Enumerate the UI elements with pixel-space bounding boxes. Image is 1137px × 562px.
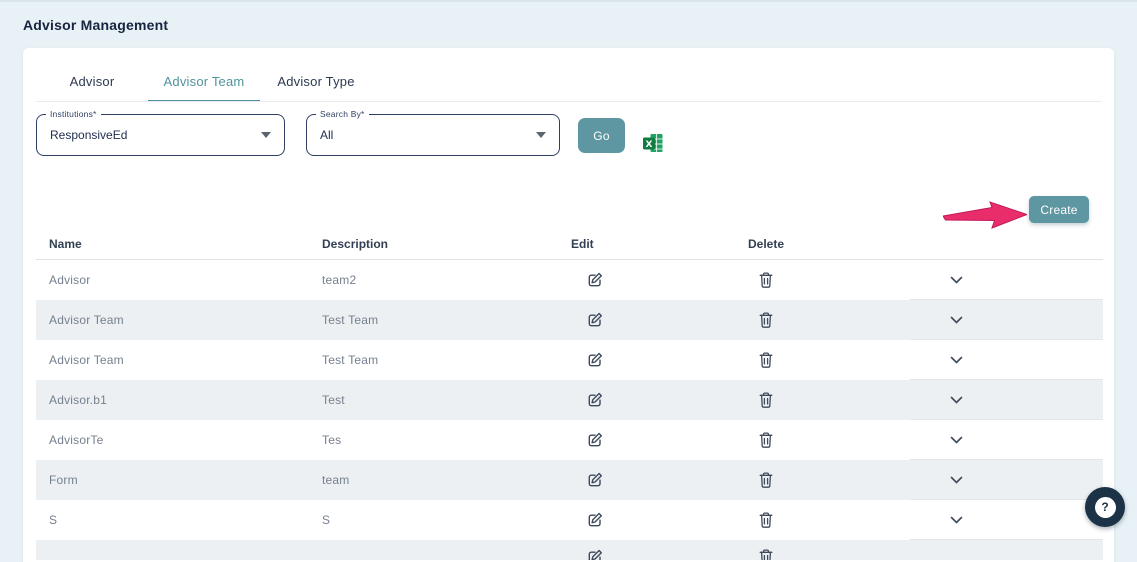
delete-button[interactable]: [758, 548, 774, 560]
header-description: Description: [309, 228, 558, 259]
chevron-down-icon: [950, 276, 963, 284]
caret-down-icon: [261, 132, 271, 138]
row-description: S: [309, 500, 558, 540]
header-name: Name: [36, 228, 309, 259]
edit-button[interactable]: [586, 511, 604, 529]
chevron-down-icon: [950, 516, 963, 524]
trash-icon: [758, 548, 774, 560]
edit-pencil-icon: [586, 548, 604, 560]
tab-advisor[interactable]: Advisor: [36, 62, 148, 101]
table-row: AdvisorTe Tes: [36, 420, 1103, 460]
edit-pencil-icon: [586, 271, 604, 289]
expand-row-button[interactable]: [950, 396, 963, 404]
svg-text:X: X: [646, 140, 653, 150]
trash-icon: [758, 391, 774, 409]
delete-button[interactable]: [758, 391, 774, 409]
top-divider: [0, 0, 1137, 2]
edit-button[interactable]: [586, 471, 604, 489]
chevron-down-icon: [950, 476, 963, 484]
edit-button[interactable]: [586, 431, 604, 449]
row-name: Advisor Team: [36, 340, 309, 380]
row-description: Tes: [309, 420, 558, 460]
expand-row-button[interactable]: [950, 516, 963, 524]
go-button[interactable]: Go: [578, 118, 625, 153]
row-name: Form: [36, 460, 309, 500]
caret-down-icon: [536, 132, 546, 138]
header-expand: [910, 228, 1103, 259]
advisor-team-table: Name Description Edit Delete Advisor tea…: [36, 228, 1103, 560]
trash-icon: [758, 271, 774, 289]
row-name: Advisor: [36, 260, 309, 300]
edit-button[interactable]: [586, 351, 604, 369]
table-header-row: Name Description Edit Delete: [36, 228, 1103, 260]
expand-row-button[interactable]: [950, 316, 963, 324]
row-name: [36, 540, 309, 560]
expand-row-button[interactable]: [950, 276, 963, 284]
annotation-arrow-icon: [943, 199, 1027, 231]
trash-icon: [758, 511, 774, 529]
header-delete: Delete: [735, 228, 910, 259]
expand-row-button[interactable]: [950, 476, 963, 484]
tab-bar: Advisor Advisor Team Advisor Type: [36, 62, 372, 101]
delete-button[interactable]: [758, 351, 774, 369]
institutions-value: ResponsiveEd: [50, 115, 127, 155]
trash-icon: [758, 471, 774, 489]
row-description: Test: [309, 380, 558, 420]
institutions-select[interactable]: Institutions* ResponsiveEd: [36, 114, 285, 156]
search-by-select[interactable]: Search By* All: [306, 114, 560, 156]
expand-row-button[interactable]: [950, 436, 963, 444]
table-row: S S: [36, 500, 1103, 540]
create-button[interactable]: Create: [1029, 196, 1089, 223]
table-row: Advisor Team Test Team: [36, 300, 1103, 340]
edit-button[interactable]: [586, 391, 604, 409]
tab-advisor-type[interactable]: Advisor Type: [260, 62, 372, 101]
tabs-divider: [36, 101, 1101, 102]
trash-icon: [758, 431, 774, 449]
row-name: Advisor Team: [36, 300, 309, 340]
table-row: Advisor Team Test Team: [36, 340, 1103, 380]
edit-pencil-icon: [586, 511, 604, 529]
row-name: AdvisorTe: [36, 420, 309, 460]
row-description: [309, 540, 558, 560]
edit-pencil-icon: [586, 351, 604, 369]
page-title: Advisor Management: [23, 17, 168, 33]
delete-button[interactable]: [758, 311, 774, 329]
table-row: Advisor.b1 Test: [36, 380, 1103, 420]
delete-button[interactable]: [758, 271, 774, 289]
row-description: team: [309, 460, 558, 500]
table-row-partial: [36, 540, 1103, 560]
table-row: Advisor team2: [36, 260, 1103, 300]
table-row: Form team: [36, 460, 1103, 500]
trash-icon: [758, 311, 774, 329]
content-card: Advisor Advisor Team Advisor Type Instit…: [23, 48, 1114, 562]
row-name: S: [36, 500, 309, 540]
row-name: Advisor.b1: [36, 380, 309, 420]
row-description: team2: [309, 260, 558, 300]
tab-advisor-team[interactable]: Advisor Team: [148, 62, 260, 101]
delete-button[interactable]: [758, 511, 774, 529]
row-description: Test Team: [309, 300, 558, 340]
excel-export-button[interactable]: X: [642, 132, 664, 154]
delete-button[interactable]: [758, 431, 774, 449]
edit-pencil-icon: [586, 471, 604, 489]
edit-button[interactable]: [586, 548, 604, 560]
edit-pencil-icon: [586, 431, 604, 449]
expand-row-button[interactable]: [950, 356, 963, 364]
chevron-down-icon: [950, 316, 963, 324]
search-by-value: All: [320, 115, 333, 155]
trash-icon: [758, 351, 774, 369]
row-description: Test Team: [309, 340, 558, 380]
help-button[interactable]: ?: [1085, 487, 1125, 527]
chevron-down-icon: [950, 356, 963, 364]
edit-pencil-icon: [586, 311, 604, 329]
delete-button[interactable]: [758, 471, 774, 489]
edit-button[interactable]: [586, 311, 604, 329]
question-mark-icon: ?: [1095, 497, 1116, 518]
chevron-down-icon: [950, 436, 963, 444]
edit-pencil-icon: [586, 391, 604, 409]
chevron-down-icon: [950, 396, 963, 404]
edit-button[interactable]: [586, 271, 604, 289]
excel-icon: X: [642, 142, 664, 157]
header-edit: Edit: [558, 228, 735, 259]
